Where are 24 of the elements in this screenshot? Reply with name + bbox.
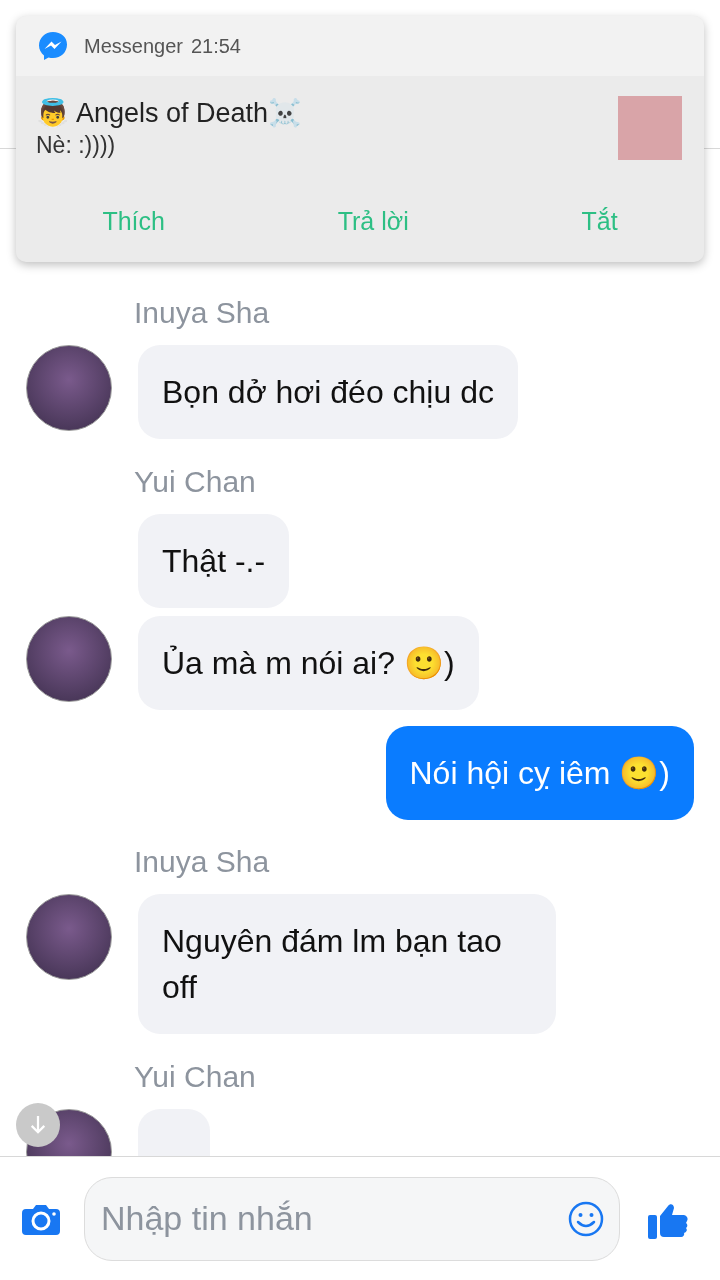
notification-action-button[interactable]: Trả lời [323, 198, 423, 244]
sender-name: Inuya Sha [134, 295, 270, 331]
notification-message: Nè: :)))) [36, 131, 117, 160]
notification-action-button[interactable]: Tắt [567, 198, 632, 244]
message-bubble: Thật -.- [138, 514, 290, 608]
sender-name: Inuya Sha [134, 844, 270, 880]
app-name: Messenger [84, 34, 183, 58]
messenger-icon [38, 31, 68, 61]
message-bubble: Nói hội cỵ iêm 🙂) [385, 726, 694, 820]
emoji-icon[interactable] [568, 1200, 604, 1237]
notification-card[interactable]: Messenger 21:54 👼 Angels of Death☠ Nè: :)))) Thích Trả lời Tắt [16, 16, 704, 262]
sender-name: Yui Chan [134, 464, 256, 500]
scroll-down-button[interactable] [16, 1103, 60, 1147]
camera-icon[interactable] [22, 1202, 60, 1235]
photo-placeholder [618, 96, 682, 160]
arrow-down-icon [29, 1114, 47, 1136]
notification-title: 👼 Angels of Death☠ [36, 97, 303, 130]
notification-time: 21:54 [190, 34, 241, 58]
message-bubble: Ủa mà m nói ai? 🙂) [138, 616, 479, 710]
message-bubble: Bọn dở hơi đéo chịu dc [138, 345, 518, 439]
message-input[interactable]: Nhập tin nhắn [84, 1176, 620, 1261]
notification-action-button[interactable]: Thích [88, 198, 179, 244]
sender-name: Yui Chan [134, 1059, 256, 1095]
message-bubble: Nguyên đám lm bạn tao off [138, 894, 556, 1034]
